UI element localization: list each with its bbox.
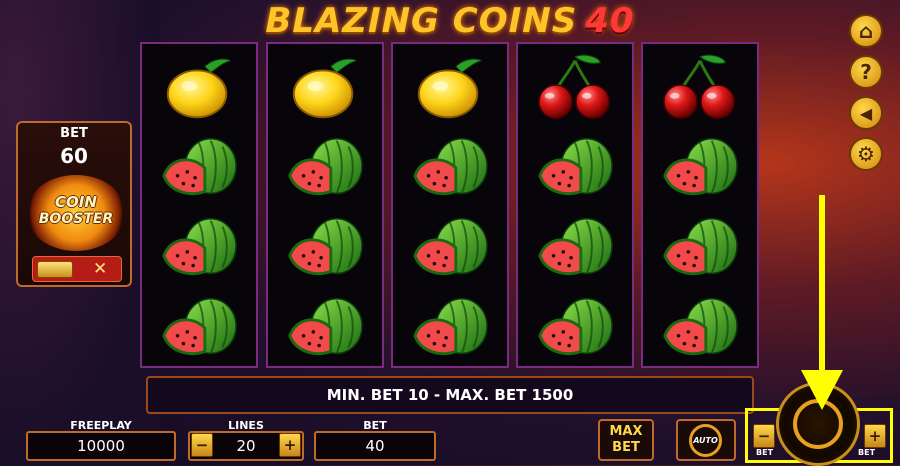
annotation-arrow-head xyxy=(801,370,843,410)
spin-minus-label: BET xyxy=(756,448,774,457)
autoplay-button[interactable]: AUTO xyxy=(676,419,736,461)
spin-bet-plus-button[interactable]: + xyxy=(864,424,886,448)
watermelon-symbol xyxy=(393,208,507,288)
cherries-symbol xyxy=(518,48,632,128)
watermelon-symbol xyxy=(142,288,256,368)
watermelon-symbol xyxy=(393,128,507,208)
booster-label-2: BOOSTER xyxy=(38,211,114,227)
watermelon-symbol xyxy=(268,208,382,288)
gear-icon: ⚙ xyxy=(857,142,875,166)
toggle-knob xyxy=(37,261,73,278)
lemon-symbol xyxy=(268,48,382,128)
help-button[interactable]: ? xyxy=(849,55,883,89)
booster-bet-label: BET xyxy=(60,126,88,141)
home-button[interactable]: ⌂ xyxy=(849,14,883,48)
watermelon-symbol xyxy=(643,128,757,208)
watermelon-symbol xyxy=(518,208,632,288)
watermelon-symbol xyxy=(268,128,382,208)
sound-button[interactable]: ◀ xyxy=(849,96,883,130)
reel-1 xyxy=(140,42,258,368)
freeplay-value: 10000 xyxy=(26,431,176,461)
watermelon-symbol xyxy=(518,288,632,368)
reel-5 xyxy=(641,42,759,368)
message-bar: MIN. BET 10 - MAX. BET 1500 xyxy=(146,376,754,414)
toggle-off-icon: ✕ xyxy=(93,259,108,279)
reel-3 xyxy=(391,42,509,368)
reel-4 xyxy=(516,42,634,368)
spin-bet-minus-button[interactable]: − xyxy=(753,424,775,448)
annotation-arrow-shaft xyxy=(819,195,825,375)
watermelon-symbol xyxy=(393,288,507,368)
title-main: BLAZING COINS xyxy=(265,1,578,41)
help-icon: ? xyxy=(860,60,872,84)
cherries-symbol xyxy=(643,48,757,128)
sound-off-icon: ◀ xyxy=(859,103,873,123)
coin-booster-toggle[interactable]: ✕ xyxy=(32,256,122,282)
watermelon-symbol xyxy=(518,128,632,208)
max-bet-button[interactable]: MAX BET xyxy=(598,419,654,461)
watermelon-symbol xyxy=(142,208,256,288)
game-title: BLAZING COINS 40 xyxy=(240,0,660,42)
watermelon-symbol xyxy=(268,288,382,368)
title-number: 40 xyxy=(585,1,635,41)
watermelon-symbol xyxy=(643,208,757,288)
spin-plus-label: BET xyxy=(858,448,876,457)
reels-area xyxy=(140,42,765,368)
booster-bet-value: 60 xyxy=(60,144,88,168)
max-bet-line1: MAX xyxy=(609,424,643,439)
autoplay-icon: AUTO xyxy=(689,424,722,457)
home-icon: ⌂ xyxy=(858,19,874,43)
reel-2 xyxy=(266,42,384,368)
lemon-symbol xyxy=(393,48,507,128)
booster-label-1: COIN xyxy=(55,193,97,211)
coin-booster-button[interactable]: COIN BOOSTER xyxy=(26,175,126,251)
coin-booster-panel: BET 60 COIN BOOSTER ✕ xyxy=(16,121,132,287)
lines-minus-button[interactable]: − xyxy=(191,433,213,457)
bet-value: 40 xyxy=(314,431,436,461)
lemon-symbol xyxy=(142,48,256,128)
autoplay-label: AUTO xyxy=(693,436,718,445)
settings-button[interactable]: ⚙ xyxy=(849,137,883,171)
watermelon-symbol xyxy=(142,128,256,208)
lines-value: 20 xyxy=(236,437,256,455)
watermelon-symbol xyxy=(643,288,757,368)
max-bet-line2: BET xyxy=(612,440,640,455)
lines-plus-button[interactable]: + xyxy=(279,433,301,457)
